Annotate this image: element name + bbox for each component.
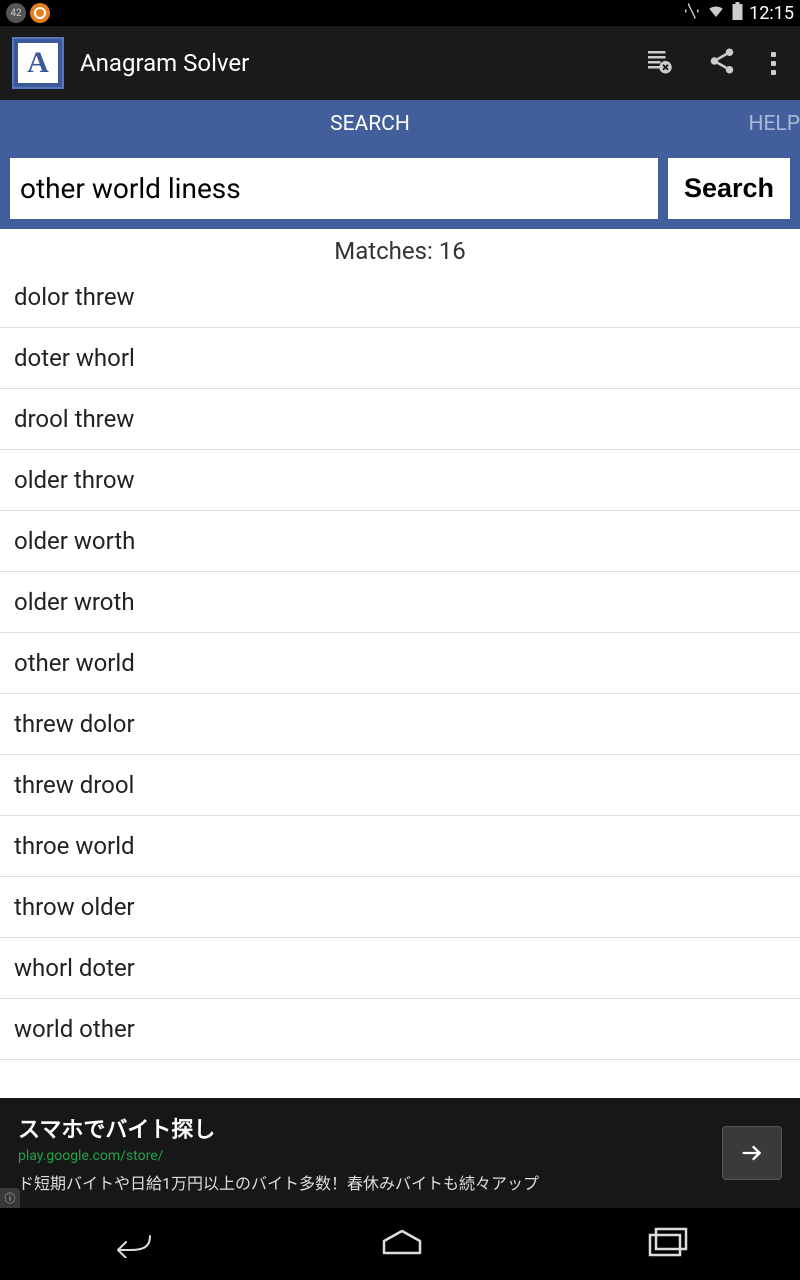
clear-list-icon[interactable] bbox=[643, 46, 673, 80]
list-item[interactable]: threw dolor bbox=[0, 694, 800, 755]
wifi-icon bbox=[706, 2, 726, 24]
list-item[interactable]: other world bbox=[0, 633, 800, 694]
home-button[interactable] bbox=[350, 1217, 454, 1271]
overflow-menu-icon[interactable] bbox=[771, 52, 776, 75]
navigation-bar bbox=[0, 1208, 800, 1280]
app-logo-letter: A bbox=[18, 43, 58, 83]
search-input[interactable] bbox=[10, 158, 658, 219]
list-item[interactable]: threw drool bbox=[0, 755, 800, 816]
ad-arrow-button[interactable] bbox=[722, 1126, 782, 1180]
search-button[interactable]: Search bbox=[668, 158, 790, 219]
arrow-right-icon bbox=[738, 1139, 766, 1167]
ad-url: play.google.com/store/ bbox=[18, 1148, 722, 1164]
ad-content: スマホでバイト探し play.google.com/store/ ド短期バイトや… bbox=[18, 1112, 722, 1194]
list-item[interactable]: throw older bbox=[0, 877, 800, 938]
list-item[interactable]: older throw bbox=[0, 450, 800, 511]
ad-banner[interactable]: スマホでバイト探し play.google.com/store/ ド短期バイトや… bbox=[0, 1098, 800, 1208]
results-list[interactable]: dolor threw doter whorl drool threw olde… bbox=[0, 273, 800, 1060]
app-notification-icon bbox=[30, 3, 50, 23]
status-left: 42 bbox=[6, 3, 50, 23]
ad-info-icon[interactable]: ⓘ bbox=[0, 1188, 20, 1208]
list-item[interactable]: dolor threw bbox=[0, 273, 800, 328]
battery-icon bbox=[732, 2, 743, 24]
list-item[interactable]: world other bbox=[0, 999, 800, 1060]
tab-bar: SEARCH HELP bbox=[0, 100, 800, 148]
list-item[interactable]: whorl doter bbox=[0, 938, 800, 999]
tab-help[interactable]: HELP bbox=[740, 100, 800, 148]
matches-count: Matches: 16 bbox=[0, 229, 800, 273]
list-item[interactable]: drool threw bbox=[0, 389, 800, 450]
vibrate-icon bbox=[682, 2, 700, 24]
recents-button[interactable] bbox=[618, 1217, 718, 1271]
back-button[interactable] bbox=[82, 1216, 186, 1272]
search-section: Search bbox=[0, 148, 800, 229]
list-item[interactable]: older worth bbox=[0, 511, 800, 572]
ad-title: スマホでバイト探し bbox=[18, 1112, 722, 1144]
clock-text: 12:15 bbox=[749, 3, 794, 24]
notification-badge-icon: 42 bbox=[6, 3, 26, 23]
status-bar: 42 12:15 bbox=[0, 0, 800, 26]
share-icon[interactable] bbox=[707, 46, 737, 80]
ad-description: ド短期バイトや日給1万円以上のバイト多数！春休みバイトも続々アップ bbox=[18, 1170, 722, 1194]
list-item[interactable]: doter whorl bbox=[0, 328, 800, 389]
app-bar: A Anagram Solver bbox=[0, 26, 800, 100]
tab-search[interactable]: SEARCH bbox=[0, 100, 740, 148]
app-logo[interactable]: A bbox=[12, 37, 64, 89]
list-item[interactable]: throe world bbox=[0, 816, 800, 877]
status-right: 12:15 bbox=[682, 2, 794, 24]
app-actions bbox=[643, 46, 776, 80]
list-item[interactable]: older wroth bbox=[0, 572, 800, 633]
app-title: Anagram Solver bbox=[80, 49, 643, 77]
